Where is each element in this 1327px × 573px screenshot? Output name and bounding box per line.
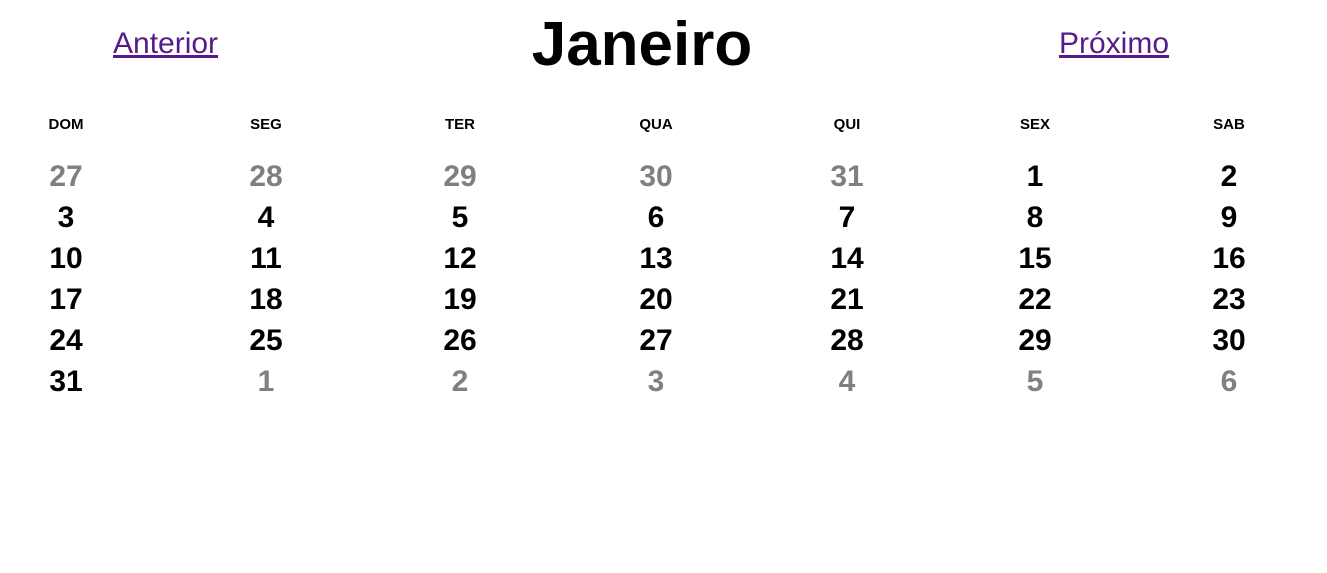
calendar-day[interactable]: 3 (58, 201, 75, 235)
weekday-header-sex: SEX (1019, 116, 1051, 133)
calendar-day[interactable]: 10 (49, 242, 82, 276)
calendar-day-outside-month[interactable]: 2 (452, 365, 469, 399)
calendar-day-outside-month[interactable]: 27 (49, 160, 82, 194)
weekday-header-seg: SEG (250, 116, 282, 133)
weekday-header-qui: QUI (833, 116, 861, 133)
calendar-day[interactable]: 13 (639, 242, 672, 276)
calendar-day[interactable]: 21 (830, 283, 863, 317)
calendar-day[interactable]: 30 (1212, 324, 1245, 358)
calendar-day[interactable]: 8 (1027, 201, 1044, 235)
calendar-day-outside-month[interactable]: 30 (639, 160, 672, 194)
calendar-day[interactable]: 9 (1221, 201, 1238, 235)
calendar-day[interactable]: 1 (1027, 160, 1044, 194)
weekday-header-qua: QUA (639, 116, 673, 133)
calendar-day-outside-month[interactable]: 6 (1221, 365, 1238, 399)
calendar-day[interactable]: 14 (830, 242, 863, 276)
calendar-day[interactable]: 24 (49, 324, 82, 358)
calendar-day[interactable]: 6 (648, 201, 665, 235)
calendar-day[interactable]: 28 (830, 324, 863, 358)
calendar-day[interactable]: 23 (1212, 283, 1245, 317)
calendar-day[interactable]: 29 (1018, 324, 1051, 358)
calendar-day[interactable]: 19 (443, 283, 476, 317)
calendar-day[interactable]: 17 (49, 283, 82, 317)
calendar-day-outside-month[interactable]: 1 (258, 365, 275, 399)
calendar-day[interactable]: 5 (452, 201, 469, 235)
calendar-day-outside-month[interactable]: 5 (1027, 365, 1044, 399)
calendar-day[interactable]: 18 (249, 283, 282, 317)
weekday-header-ter: TER (445, 116, 475, 133)
calendar-day[interactable]: 22 (1018, 283, 1051, 317)
calendar-day[interactable]: 25 (249, 324, 282, 358)
calendar: Anterior Janeiro Próximo DOM SEG TER QUA QUI… (0, 0, 1327, 573)
calendar-day[interactable]: 16 (1212, 242, 1245, 276)
calendar-day-outside-month[interactable]: 28 (249, 160, 282, 194)
calendar-day[interactable]: 15 (1018, 242, 1051, 276)
weekday-header-sab: SAB (1213, 116, 1245, 133)
calendar-day[interactable]: 4 (258, 201, 275, 235)
calendar-day-outside-month[interactable]: 29 (443, 160, 476, 194)
calendar-day[interactable]: 20 (639, 283, 672, 317)
weekday-header-dom: DOM (48, 116, 84, 133)
calendar-day[interactable]: 2 (1221, 160, 1238, 194)
calendar-day[interactable]: 7 (839, 201, 856, 235)
calendar-day[interactable]: 26 (443, 324, 476, 358)
calendar-day-outside-month[interactable]: 31 (830, 160, 863, 194)
calendar-day[interactable]: 11 (250, 242, 282, 276)
calendar-day-outside-month[interactable]: 3 (648, 365, 665, 399)
calendar-day[interactable]: 27 (639, 324, 672, 358)
calendar-day[interactable]: 31 (49, 365, 82, 399)
calendar-grid: DOM SEG TER QUA QUI SEX SAB 27 28 29 30 31 1 2 3 4 5 6 7 8 9… (0, 0, 1327, 573)
calendar-day[interactable]: 12 (443, 242, 476, 276)
calendar-day-outside-month[interactable]: 4 (839, 365, 856, 399)
